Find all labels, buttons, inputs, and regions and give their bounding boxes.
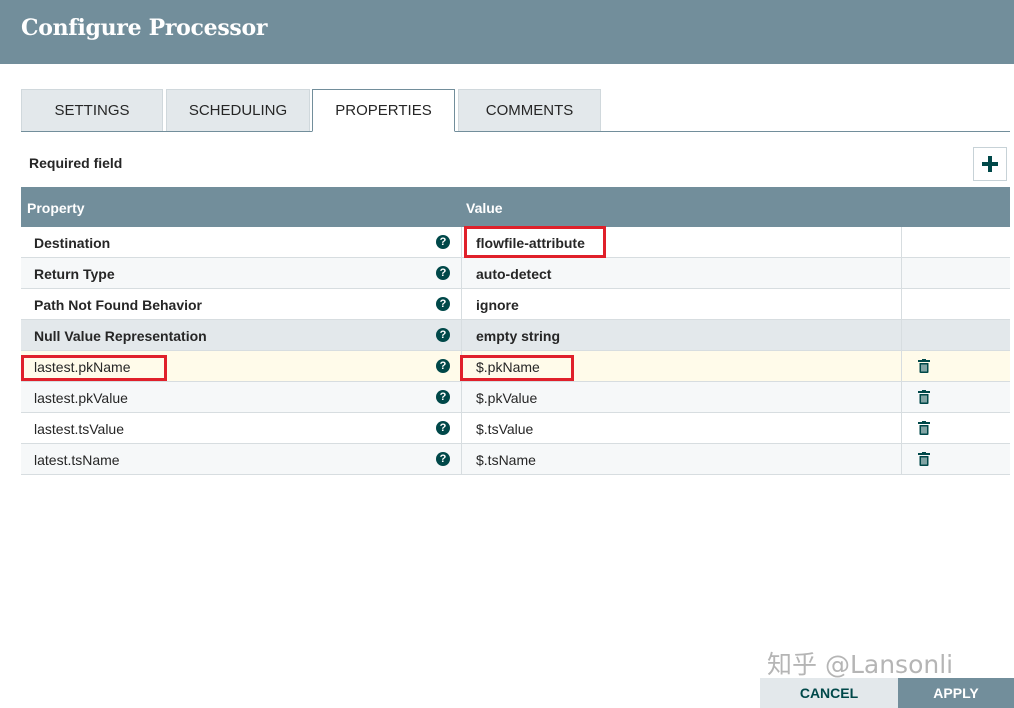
help-icon[interactable]: ? xyxy=(436,390,450,404)
property-value: $.pkValue xyxy=(476,390,538,406)
property-value: $.tsName xyxy=(476,452,536,468)
property-value-cell[interactable]: $.pkValue xyxy=(461,382,901,412)
column-header-value: Value xyxy=(466,200,503,216)
table-header: Property Value xyxy=(21,187,1010,227)
property-value-cell[interactable]: ignore xyxy=(461,289,901,319)
table-row[interactable]: lastest.tsValue ? $.tsValue xyxy=(21,413,1010,444)
help-icon[interactable]: ? xyxy=(436,452,450,466)
property-value-cell[interactable]: empty string xyxy=(461,320,901,350)
property-value: auto-detect xyxy=(476,266,552,282)
property-name: Destination xyxy=(34,235,111,251)
property-value: empty string xyxy=(476,328,561,344)
annotation-highlight-pkname-value xyxy=(460,355,574,381)
property-name: Return Type xyxy=(34,266,115,282)
property-name: Path Not Found Behavior xyxy=(34,297,202,313)
property-value-cell[interactable]: $.tsName xyxy=(461,444,901,474)
trash-icon[interactable] xyxy=(918,390,930,404)
table-row[interactable]: Return Type ? auto-detect xyxy=(21,258,1010,289)
help-icon[interactable]: ? xyxy=(436,421,450,435)
table-row[interactable]: latest.tsName ? $.tsName xyxy=(21,444,1010,475)
tab-bar: SETTINGS SCHEDULING PROPERTIES COMMENTS xyxy=(21,89,1010,132)
plus-icon xyxy=(982,156,998,172)
trash-icon[interactable] xyxy=(918,421,930,435)
tab-scheduling[interactable]: SCHEDULING xyxy=(166,89,310,131)
apply-button[interactable]: APPLY xyxy=(898,678,1014,708)
property-value: ignore xyxy=(476,297,519,313)
property-name: lastest.pkValue xyxy=(34,390,128,406)
table-row[interactable]: lastest.pkValue ? $.pkValue xyxy=(21,382,1010,413)
tab-settings[interactable]: SETTINGS xyxy=(21,89,163,131)
required-field-label: Required field xyxy=(29,155,123,171)
help-icon[interactable]: ? xyxy=(436,328,450,342)
table-row[interactable]: Null Value Representation ? empty string xyxy=(21,320,1010,351)
trash-icon[interactable] xyxy=(918,359,930,373)
tab-properties[interactable]: PROPERTIES xyxy=(312,89,455,132)
trash-icon[interactable] xyxy=(918,452,930,466)
table-row[interactable]: Path Not Found Behavior ? ignore xyxy=(21,289,1010,320)
annotation-highlight-pkname-property xyxy=(21,355,167,381)
dialog-footer: CANCEL APPLY xyxy=(760,678,1014,708)
help-icon[interactable]: ? xyxy=(436,359,450,373)
property-name: latest.tsName xyxy=(34,452,120,468)
property-value: $.tsValue xyxy=(476,421,534,437)
column-header-property: Property xyxy=(27,200,85,216)
dialog-title: Configure Processor xyxy=(21,15,268,41)
annotation-highlight-destination-value xyxy=(464,226,606,258)
watermark: 知乎 @Lansonli xyxy=(767,650,954,679)
property-name: Null Value Representation xyxy=(34,328,207,344)
property-value-cell[interactable]: auto-detect xyxy=(461,258,901,288)
tab-comments[interactable]: COMMENTS xyxy=(458,89,601,131)
help-icon[interactable]: ? xyxy=(436,297,450,311)
help-icon[interactable]: ? xyxy=(436,266,450,280)
cancel-button[interactable]: CANCEL xyxy=(760,678,898,708)
property-value-cell[interactable]: $.tsValue xyxy=(461,413,901,443)
add-property-button[interactable] xyxy=(973,147,1007,181)
dialog-header: Configure Processor xyxy=(0,0,1014,64)
property-name: lastest.tsValue xyxy=(34,421,125,437)
help-icon[interactable]: ? xyxy=(436,235,450,249)
